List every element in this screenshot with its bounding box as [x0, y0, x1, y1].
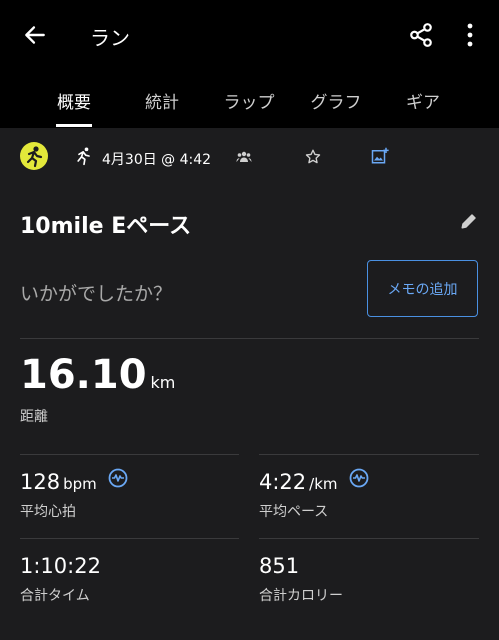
total-calories-label: 合計カロリー: [259, 588, 343, 604]
feedback-prompt: いかがでしたか？: [20, 283, 173, 305]
avg-pace-label: 平均ペース: [259, 504, 329, 520]
total-time-label: 合計タイム: [20, 588, 90, 604]
tab-bar: 概要 統計 ラップ グラフ ギア: [0, 70, 499, 128]
stat-value: 851: [259, 554, 300, 578]
share-icon[interactable]: [408, 22, 434, 48]
tab-stats[interactable]: 統計: [145, 88, 179, 113]
top-app-bar: ラン: [0, 0, 499, 70]
divider: [259, 538, 479, 539]
star-icon[interactable]: [304, 148, 322, 166]
avg-pace: 4:22/km: [259, 470, 338, 494]
edit-pencil-icon[interactable]: [460, 212, 478, 230]
distance-label: 距離: [20, 409, 48, 425]
divider: [20, 454, 239, 455]
tab-overview[interactable]: 概要: [57, 88, 91, 113]
heart-rate-icon: [349, 468, 369, 488]
divider: [259, 454, 479, 455]
avg-heart-rate-label: 平均心拍: [20, 504, 76, 520]
more-options-icon[interactable]: [462, 22, 478, 48]
activity-info-row: 4月30日 @ 4:42: [0, 128, 499, 188]
group-icon[interactable]: [236, 150, 252, 164]
stat-value: 128: [20, 470, 61, 494]
page-title: ラン: [90, 26, 130, 50]
back-arrow-icon[interactable]: [22, 22, 48, 48]
tab-laps[interactable]: ラップ: [224, 88, 275, 113]
divider: [20, 338, 479, 339]
active-tab-indicator: [56, 124, 92, 127]
add-photo-icon[interactable]: [371, 147, 389, 165]
total-time: 1:10:22: [20, 554, 101, 578]
stat-unit: /km: [309, 475, 338, 493]
stat-unit: bpm: [63, 475, 97, 493]
total-calories: 851: [259, 554, 299, 578]
activity-date: 4月30日 @ 4:42: [102, 152, 212, 168]
activity-name: 10mile Eペース: [20, 214, 192, 239]
avg-heart-rate: 128 bpm: [20, 470, 97, 494]
tab-gear[interactable]: ギア: [406, 88, 440, 113]
stat-value: 1:10:22: [20, 554, 101, 578]
tab-graph[interactable]: グラフ: [311, 88, 362, 113]
add-note-button[interactable]: メモの追加: [367, 260, 478, 317]
heart-rate-icon: [108, 468, 128, 488]
distance-unit: km: [150, 373, 176, 392]
divider: [20, 538, 239, 539]
distance-number: 16.10: [20, 352, 147, 398]
stat-value: 4:22: [259, 470, 307, 494]
app-logo-icon: [20, 142, 48, 170]
distance-value: 16.10 km: [20, 352, 175, 398]
running-icon: [77, 147, 90, 166]
